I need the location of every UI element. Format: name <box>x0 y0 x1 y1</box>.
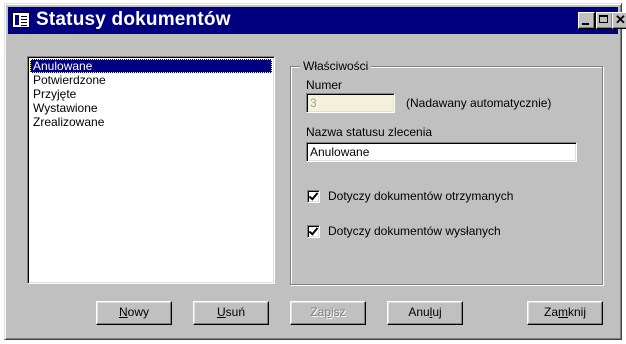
app-window-icon[interactable] <box>12 12 30 28</box>
save-button[interactable]: Zapisz <box>290 301 366 325</box>
numer-field: 3 <box>306 93 395 113</box>
numer-hint: (Nadawany automatycznie) <box>406 96 552 110</box>
delete-button[interactable]: Usuń <box>193 301 269 325</box>
window-title: Statusy dokumentów <box>36 9 231 30</box>
sent-checkbox-label[interactable]: Dotyczy dokumentów wysłanych <box>328 224 501 238</box>
list-item[interactable]: Anulowane <box>30 59 272 73</box>
list-item[interactable]: Zrealizowane <box>30 115 272 129</box>
status-list[interactable]: Anulowane Potwierdzone Przyjęte Wystawio… <box>27 56 275 284</box>
status-name-input[interactable]: Anulowane <box>306 142 577 162</box>
received-checkbox[interactable] <box>307 190 320 203</box>
close-icon: ✕ <box>615 12 626 27</box>
maximize-button[interactable] <box>596 12 613 29</box>
list-item[interactable]: Przyjęte <box>30 87 272 101</box>
minimize-button[interactable] <box>578 12 595 29</box>
close-window-button[interactable]: ✕ <box>612 12 626 29</box>
title-bar[interactable]: Statusy dokumentów ✕ <box>8 7 626 34</box>
status-name-label: Nazwa statusu zlecenia <box>306 125 433 139</box>
received-checkbox-label[interactable]: Dotyczy dokumentów otrzymanych <box>328 189 513 203</box>
sent-checkbox[interactable] <box>307 225 320 238</box>
list-item[interactable]: Wystawione <box>30 101 272 115</box>
cancel-button[interactable]: Anuluj <box>387 301 463 325</box>
new-button[interactable]: Nowy <box>96 301 172 325</box>
properties-group-label: Właściwości <box>300 59 372 73</box>
list-item[interactable]: Potwierdzone <box>30 73 272 87</box>
close-button[interactable]: Zamknij <box>527 301 603 325</box>
numer-label: Numer <box>306 78 343 92</box>
